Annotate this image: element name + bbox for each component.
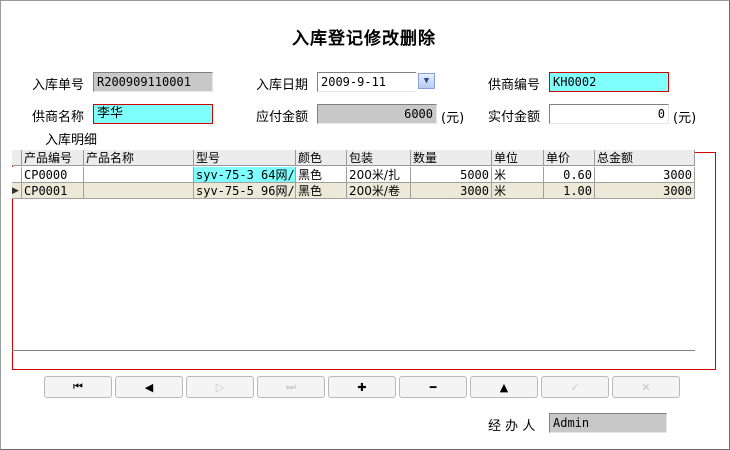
cell-model[interactable]: syv-75-3 64网/ <box>194 167 296 183</box>
cell-model[interactable]: syv-75-5 96网/ <box>194 183 296 199</box>
date-combo[interactable]: 2009-9-11 <box>317 72 417 92</box>
prev-record-icon: ◀ <box>144 380 154 394</box>
col-header-total[interactable]: 总金额 <box>595 150 695 166</box>
supplier-name-field[interactable]: 李华 <box>93 104 213 124</box>
cell-qty[interactable]: 3000 <box>411 183 492 199</box>
cell-name[interactable] <box>84 167 194 183</box>
payable-label: 应付金额 <box>256 110 309 125</box>
paid-field[interactable]: 0 <box>549 104 669 124</box>
date-label: 入库日期 <box>256 78 309 93</box>
paid-unit: (元) <box>673 111 697 126</box>
nav-first-button[interactable]: ⏮ <box>44 376 112 398</box>
row-indicator <box>12 167 22 183</box>
nav-next-button[interactable]: ▷ <box>186 376 254 398</box>
page-title: 入库登记修改删除 <box>292 29 436 49</box>
detail-label: 入库明细 <box>45 133 98 148</box>
cell-price[interactable]: 1.00 <box>544 183 595 199</box>
cell-total[interactable]: 3000 <box>595 167 695 183</box>
cell-pack[interactable]: 200米/扎 <box>347 167 411 183</box>
cell-unit[interactable]: 米 <box>492 167 544 183</box>
nav-edit-button[interactable]: ▲ <box>470 376 538 398</box>
cell-price[interactable]: 0.60 <box>544 167 595 183</box>
current-row-arrow-icon: ▶ <box>12 186 19 196</box>
cancel-x-icon: ✕ <box>641 380 651 394</box>
table-row[interactable]: ▶ CP0001 syv-75-5 96网/ 黑色 200米/卷 3000 米 … <box>12 183 695 199</box>
nav-cancel-button[interactable]: ✕ <box>612 376 680 398</box>
grid-scroll-divider <box>12 350 695 351</box>
row-indicator: ▶ <box>12 183 22 199</box>
col-header-pack[interactable]: 包装 <box>347 150 411 166</box>
col-header-code[interactable]: 产品编号 <box>22 150 84 166</box>
cell-code[interactable]: CP0001 <box>22 183 84 199</box>
nav-add-button[interactable]: ✚ <box>328 376 396 398</box>
col-header-price[interactable]: 单价 <box>544 150 595 166</box>
plus-icon: ✚ <box>357 380 367 394</box>
cell-color[interactable]: 黑色 <box>296 167 347 183</box>
last-record-icon: ⏭ <box>286 380 296 393</box>
supplier-code-field[interactable]: KH0002 <box>549 72 669 92</box>
cell-color[interactable]: 黑色 <box>296 183 347 199</box>
col-header-unit[interactable]: 单位 <box>492 150 544 166</box>
cell-qty[interactable]: 5000 <box>411 167 492 183</box>
paid-label: 实付金额 <box>488 110 541 125</box>
date-value: 2009-9-11 <box>321 75 387 89</box>
grid-header: 产品编号 产品名称 型号 颜色 包装 数量 单位 单价 总金额 <box>12 150 695 166</box>
supplier-code-label: 供商编号 <box>488 78 541 93</box>
cell-unit[interactable]: 米 <box>492 183 544 199</box>
order-no-label: 入库单号 <box>32 78 85 93</box>
operator-label: 经 办 人 <box>488 419 536 434</box>
next-record-icon: ▷ <box>215 380 225 394</box>
payable-unit: (元) <box>441 111 465 126</box>
nav-post-button[interactable]: ✓ <box>541 376 609 398</box>
first-record-icon: ⏮ <box>73 380 83 393</box>
cell-pack[interactable]: 200米/卷 <box>347 183 411 199</box>
col-header-qty[interactable]: 数量 <box>411 150 492 166</box>
col-header-name[interactable]: 产品名称 <box>84 150 194 166</box>
checkmark-icon: ✓ <box>570 380 580 394</box>
supplier-name-label: 供商名称 <box>32 110 85 125</box>
col-header-color[interactable]: 颜色 <box>296 150 347 166</box>
cell-name[interactable] <box>84 183 194 199</box>
nav-delete-button[interactable]: ━ <box>399 376 467 398</box>
nav-last-button[interactable]: ⏭ <box>257 376 325 398</box>
cell-total[interactable]: 3000 <box>595 183 695 199</box>
date-dropdown[interactable]: ▼ <box>416 72 436 92</box>
cell-code[interactable]: CP0000 <box>22 167 84 183</box>
edit-triangle-icon: ▲ <box>499 380 509 394</box>
chevron-down-icon[interactable]: ▼ <box>418 73 435 89</box>
nav-prev-button[interactable]: ◀ <box>115 376 183 398</box>
col-header-model[interactable]: 型号 <box>194 150 296 166</box>
operator-field[interactable]: Admin <box>549 413 667 433</box>
indicator-header <box>12 150 22 166</box>
order-no-field[interactable]: R200909110001 <box>93 72 213 92</box>
minus-icon: ━ <box>429 380 437 394</box>
payable-field[interactable]: 6000 <box>317 104 437 124</box>
table-row[interactable]: CP0000 syv-75-3 64网/ 黑色 200米/扎 5000 米 0.… <box>12 167 695 183</box>
